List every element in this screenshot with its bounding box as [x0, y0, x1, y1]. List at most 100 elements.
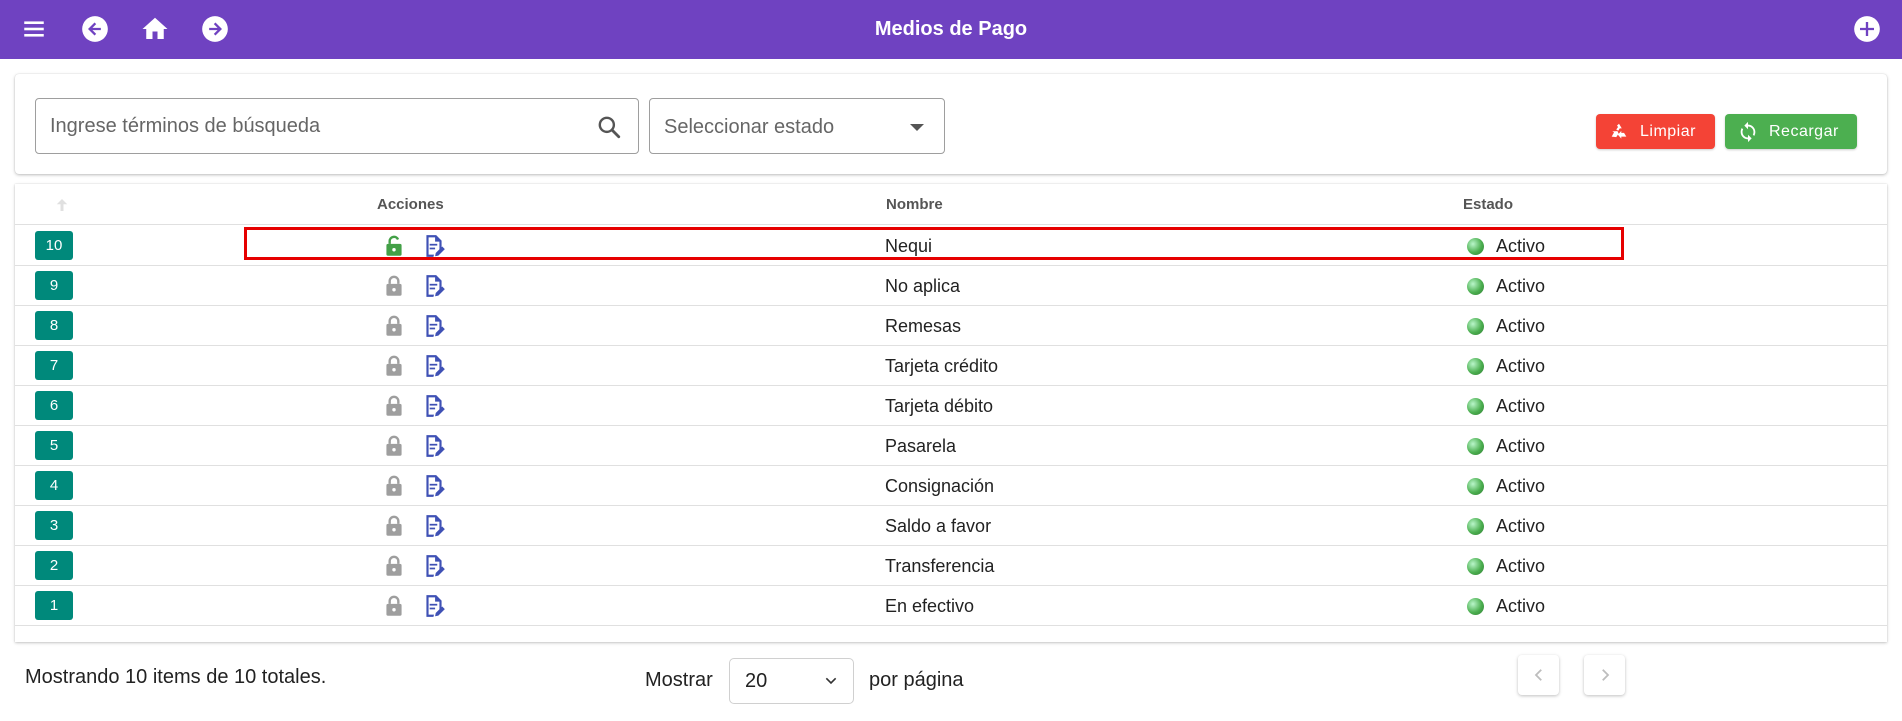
page-size-value: 20: [745, 670, 768, 692]
search-icon[interactable]: [596, 114, 622, 140]
id-badge: 7: [35, 351, 73, 380]
table-row[interactable]: 4 Consignación Activo: [15, 466, 1887, 506]
lock-icon[interactable]: [381, 353, 407, 379]
status-select[interactable]: Seleccionar estado: [649, 98, 945, 154]
table-row[interactable]: 1 En efectivo Activo: [15, 586, 1887, 626]
payment-method-name: Consignación: [885, 476, 995, 496]
status-indicator-icon: [1467, 238, 1484, 255]
lock-icon[interactable]: [381, 513, 407, 539]
forward-button[interactable]: [198, 12, 232, 46]
id-badge: 9: [35, 271, 73, 300]
status-indicator-icon: [1467, 438, 1484, 455]
table-row[interactable]: 10 Nequi Activo: [15, 226, 1887, 266]
status-text: Activo: [1496, 396, 1546, 416]
edit-document-icon[interactable]: [421, 393, 447, 419]
lock-icon[interactable]: [381, 393, 407, 419]
status-indicator-icon: [1467, 558, 1484, 575]
table-row[interactable]: 6 Tarjeta débito Activo: [15, 386, 1887, 426]
lock-icon[interactable]: [381, 273, 407, 299]
previous-page-button[interactable]: [1518, 655, 1559, 695]
id-badge: 10: [35, 231, 73, 260]
status-indicator-icon: [1467, 278, 1484, 295]
dropdown-caret-icon: [910, 124, 924, 131]
payment-method-name: Transferencia: [885, 556, 995, 576]
id-badge: 3: [35, 511, 73, 540]
lock-icon[interactable]: [381, 553, 407, 579]
reload-button-label: Recargar: [1769, 122, 1839, 140]
arrow-right-icon: [202, 16, 228, 42]
edit-document-icon[interactable]: [421, 473, 447, 499]
lock-icon[interactable]: [381, 433, 407, 459]
lock-icon[interactable]: [381, 593, 407, 619]
next-page-button[interactable]: [1584, 655, 1625, 695]
search-input[interactable]: [50, 99, 580, 153]
lock-icon[interactable]: [381, 313, 407, 339]
page-size-select[interactable]: 20: [729, 658, 854, 704]
table-row[interactable]: 5 Pasarela Activo: [15, 426, 1887, 466]
menu-icon: [24, 21, 44, 37]
menu-button[interactable]: [17, 12, 51, 46]
search-field[interactable]: [35, 98, 639, 154]
status-text: Activo: [1496, 356, 1546, 376]
status-text: Activo: [1496, 476, 1546, 496]
id-badge: 2: [35, 551, 73, 580]
chevron-right-icon: [1601, 669, 1609, 681]
lock-open-icon[interactable]: [381, 233, 407, 259]
edit-document-icon[interactable]: [421, 513, 447, 539]
status-text: Activo: [1496, 516, 1546, 536]
status-indicator-icon: [1467, 318, 1484, 335]
header-name[interactable]: Nombre: [886, 184, 943, 225]
status-indicator-icon: [1467, 518, 1484, 535]
payment-method-name: Tarjeta crédito: [885, 356, 999, 376]
status-indicator-icon: [1467, 598, 1484, 615]
table-row[interactable]: 8 Remesas Activo: [15, 306, 1887, 346]
status-indicator-icon: [1467, 398, 1484, 415]
payment-method-name: Nequi: [885, 236, 933, 256]
status-select-placeholder: Seleccionar estado: [664, 116, 835, 138]
edit-document-icon[interactable]: [421, 553, 447, 579]
clear-button[interactable]: Limpiar: [1596, 114, 1715, 149]
clear-button-label: Limpiar: [1640, 122, 1696, 140]
edit-document-icon[interactable]: [421, 313, 447, 339]
status-text: Activo: [1496, 556, 1546, 576]
status-text: Activo: [1496, 596, 1546, 616]
plus-circle-icon: [1854, 16, 1880, 42]
arrow-left-icon: [82, 16, 108, 42]
recycle-icon: [1608, 121, 1630, 143]
header-actions: Acciones: [377, 196, 444, 213]
show-label: Mostrar: [645, 669, 713, 691]
status-indicator-icon: [1467, 358, 1484, 375]
home-button[interactable]: [138, 12, 172, 46]
payment-method-name: Saldo a favor: [885, 516, 992, 536]
chevron-down-icon: [825, 677, 837, 685]
table-row[interactable]: 2 Transferencia Activo: [15, 546, 1887, 586]
table-row[interactable]: 9 No aplica Activo: [15, 266, 1887, 306]
items-count: Mostrando 10 items de 10 totales.: [25, 666, 327, 688]
page-title: Medios de Pago: [874, 18, 1028, 40]
status-text: Activo: [1496, 436, 1546, 456]
edit-document-icon[interactable]: [421, 273, 447, 299]
status-text: Activo: [1496, 276, 1546, 296]
table-row[interactable]: 3 Saldo a favor Activo: [15, 506, 1887, 546]
edit-document-icon[interactable]: [421, 353, 447, 379]
id-badge: 6: [35, 391, 73, 420]
reload-button[interactable]: Recargar: [1725, 114, 1857, 149]
chevron-left-icon: [1534, 669, 1542, 681]
back-button[interactable]: [78, 12, 112, 46]
status-text: Activo: [1496, 236, 1546, 256]
id-badge: 1: [35, 591, 73, 620]
lock-icon[interactable]: [381, 473, 407, 499]
id-badge: 4: [35, 471, 73, 500]
sort-arrow-up-icon[interactable]: [53, 196, 71, 214]
sync-icon: [1737, 121, 1759, 143]
edit-document-icon[interactable]: [421, 233, 447, 259]
edit-document-icon[interactable]: [421, 433, 447, 459]
app-bar: Medios de Pago: [0, 0, 1902, 59]
status-text: Activo: [1496, 316, 1546, 336]
per-page-label: por página: [869, 669, 964, 691]
edit-document-icon[interactable]: [421, 593, 447, 619]
table-row[interactable]: 7 Tarjeta crédito Activo: [15, 346, 1887, 386]
header-status[interactable]: Estado: [1463, 184, 1513, 225]
payment-method-name: Remesas: [885, 316, 962, 336]
add-button[interactable]: [1850, 12, 1884, 46]
